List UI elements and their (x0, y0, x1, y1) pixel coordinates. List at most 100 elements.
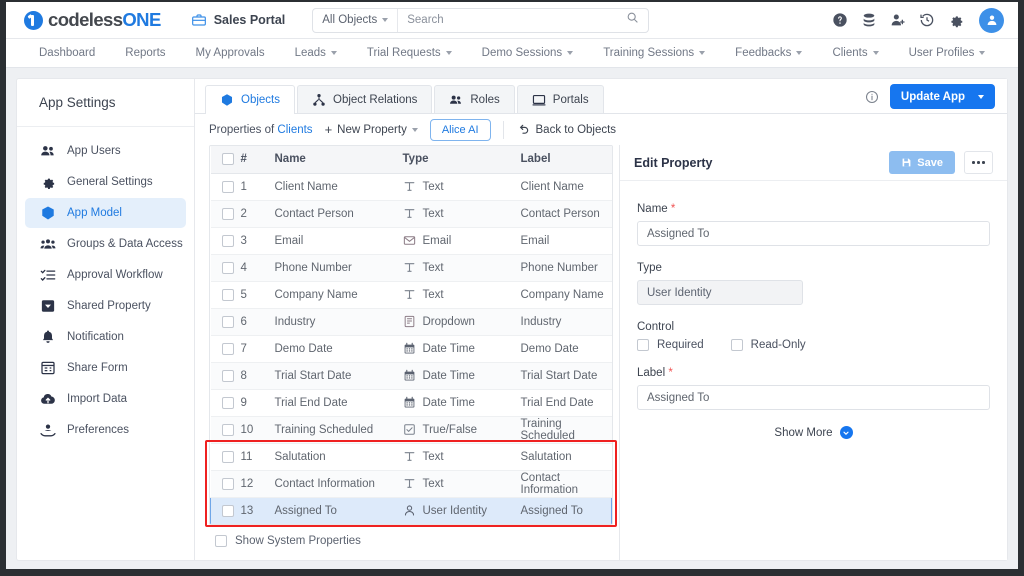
table-row[interactable]: 6 Industry Dropdown Industry (210, 308, 612, 336)
table-row[interactable]: 1 Client Name Text Client Name (210, 173, 612, 201)
table-row[interactable]: 10 Training Scheduled True/False Training S… (210, 416, 612, 444)
tab-roles[interactable]: Roles (434, 85, 515, 113)
calendar-icon (404, 369, 414, 381)
save-button[interactable]: Save (889, 151, 955, 174)
help-icon[interactable] (832, 12, 848, 28)
row-property-label: Company Name (520, 281, 612, 309)
new-property-button[interactable]: + New Property (325, 123, 418, 136)
nav-item-user-profiles[interactable]: User Profiles (894, 47, 1001, 59)
nav-item-reports[interactable]: Reports (110, 47, 180, 59)
table-row[interactable]: 9 Trial End Date Date Time Trial End Date (210, 389, 612, 417)
label-field[interactable]: Assigned To (637, 385, 990, 410)
row-number: 5 (240, 281, 275, 309)
sidebar-item-general-settings[interactable]: General Settings (25, 167, 186, 197)
nav-item-leads[interactable]: Leads (280, 47, 352, 59)
add-user-icon[interactable] (890, 12, 906, 28)
table-row[interactable]: 12 Contact Information Text Contact Informa… (210, 470, 612, 498)
required-checkbox[interactable] (637, 339, 649, 351)
back-to-objects-button[interactable]: Back to Objects (516, 123, 616, 137)
readonly-checkbox-item[interactable]: Read-Only (730, 339, 806, 351)
row-checkbox[interactable] (221, 477, 234, 490)
sidebar-item-app-model[interactable]: App Model (25, 198, 186, 228)
text-icon (404, 452, 414, 461)
history-icon[interactable] (919, 12, 935, 28)
table-row[interactable]: 13 Assigned To User Identity Assigned To (210, 496, 612, 524)
more-options-button[interactable] (964, 151, 993, 174)
sidebar-item-approval-workflow[interactable]: Approval Workflow (25, 260, 186, 290)
row-checkbox[interactable] (221, 396, 234, 409)
row-type-label: Text (422, 180, 444, 193)
row-checkbox[interactable] (221, 342, 234, 355)
nav-item-feedbacks[interactable]: Feedbacks (720, 47, 817, 59)
sidebar-item-preferences[interactable]: Preferences (25, 415, 186, 445)
row-checkbox[interactable] (222, 504, 234, 517)
table-row[interactable]: 5 Company Name Text Company Name (210, 281, 612, 309)
required-checkbox-item[interactable]: Required (637, 339, 704, 351)
sidebar-item-label: General Settings (67, 176, 153, 188)
nav-item-my-approvals[interactable]: My Approvals (181, 47, 280, 59)
nav-label: Clients (832, 47, 868, 59)
row-checkbox[interactable] (221, 423, 234, 436)
sidebar-item-notification[interactable]: Notification (25, 322, 186, 352)
name-field[interactable]: Assigned To (637, 221, 990, 246)
nav-item-training-sessions[interactable]: Training Sessions (588, 47, 720, 59)
portal-selector[interactable]: Sales Portal (191, 12, 285, 28)
row-checkbox[interactable] (221, 315, 234, 328)
row-checkbox[interactable] (221, 369, 234, 382)
table-row[interactable]: 2 Contact Person Text Contact Person (210, 200, 612, 228)
search-scope-dropdown[interactable]: All Objects (313, 8, 399, 32)
row-property-label: Industry (520, 308, 612, 336)
table-row[interactable]: 4 Phone Number Text Phone Number (210, 254, 612, 282)
tab-label: Objects (241, 93, 280, 106)
nav-label: Leads (294, 47, 326, 59)
database-icon[interactable] (861, 12, 877, 28)
tab-objects[interactable]: Objects (205, 85, 295, 114)
app-logo[interactable]: codelessONE (24, 9, 161, 31)
dot-icon (982, 161, 985, 164)
nav-item-dashboard[interactable]: Dashboard (24, 47, 110, 59)
table-row[interactable]: 3 Email Email Email (210, 227, 612, 255)
info-icon[interactable] (865, 90, 879, 104)
row-checkbox[interactable] (221, 234, 234, 247)
search-icon[interactable] (626, 11, 648, 29)
table-row[interactable]: 8 Trial Start Date Date Time Trial Start Da… (210, 362, 612, 390)
nav-item-trial-requests[interactable]: Trial Requests (352, 47, 467, 59)
row-type-label: Text (422, 450, 444, 463)
update-app-button[interactable]: Update App (889, 84, 995, 109)
tab-object-relations[interactable]: Object Relations (297, 85, 433, 113)
table-row[interactable]: 7 Demo Date Date Time Demo Date (210, 335, 612, 363)
alice-ai-button[interactable]: Alice AI (429, 118, 491, 141)
sidebar-item-share-form[interactable]: Share Form (25, 353, 186, 383)
show-more-button[interactable]: Show More (637, 426, 990, 439)
row-checkbox[interactable] (221, 180, 234, 193)
row-property-name: Email (274, 227, 403, 255)
properties-table-pane: # Name Type Label 1 Client Name Text Client… (195, 145, 619, 560)
row-checkbox[interactable] (221, 288, 234, 301)
tab-portals[interactable]: Portals (516, 85, 604, 113)
sidebar-item-shared-property[interactable]: Shared Property (25, 291, 186, 321)
search-input[interactable] (398, 14, 627, 26)
show-system-properties-checkbox[interactable] (215, 535, 227, 547)
chevron-down-icon (445, 51, 452, 55)
select-all-checkbox[interactable] (221, 153, 234, 166)
row-property-name: Salutation (274, 443, 403, 471)
row-type-label: Text (422, 207, 444, 220)
readonly-checkbox[interactable] (730, 339, 743, 351)
row-checkbox[interactable] (221, 261, 234, 274)
dot-icon (977, 161, 980, 164)
nav-item-clients[interactable]: Clients (817, 47, 893, 59)
gear-icon[interactable] (948, 12, 964, 28)
avatar[interactable] (979, 7, 1004, 33)
object-name-link[interactable]: Clients (277, 124, 312, 136)
table-row[interactable]: 11 Salutation Text Salutation (210, 443, 612, 471)
row-property-name: Trial Start Date (274, 362, 403, 390)
show-system-properties-row[interactable]: Show System Properties (209, 525, 613, 547)
row-checkbox[interactable] (221, 207, 234, 220)
nav-item-demo-sessions[interactable]: Demo Sessions (467, 47, 589, 59)
row-checkbox[interactable] (221, 450, 234, 463)
sidebar-item-app-users[interactable]: App Users (25, 136, 186, 166)
sidebar-item-import-data[interactable]: Import Data (25, 384, 186, 414)
sidebar-item-groups-data-access[interactable]: Groups & Data Access (25, 229, 186, 259)
tag-icon (41, 300, 55, 312)
cube-icon (42, 206, 54, 220)
